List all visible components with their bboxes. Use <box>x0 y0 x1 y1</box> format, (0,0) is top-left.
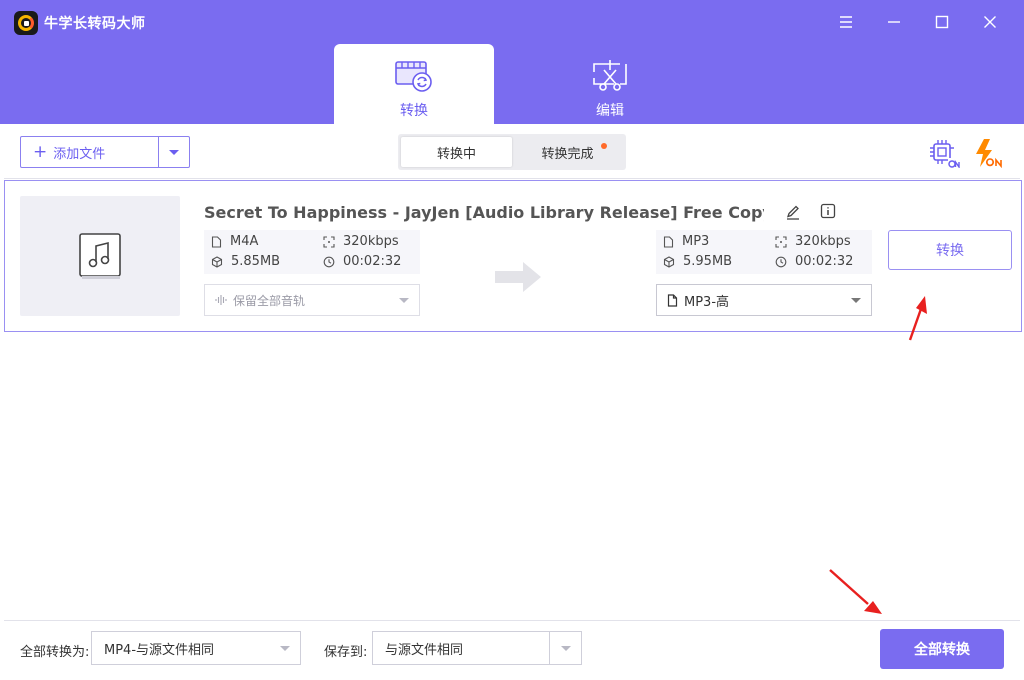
tab-converted-label: 转换完成 <box>541 146 594 162</box>
audio-track-select[interactable]: 保留全部音轨 <box>204 284 420 316</box>
chevron-down-icon <box>851 298 861 303</box>
add-file-dropdown-button[interactable] <box>158 137 189 167</box>
resolution-icon <box>775 235 787 248</box>
title-bar: 牛学长转码大师 转换 编辑 <box>0 0 1024 124</box>
target-size: 5.95MB <box>663 254 732 269</box>
tab-convert[interactable]: 转换 <box>334 44 494 124</box>
status-segmented-control: 转换中 转换完成 <box>398 134 626 170</box>
tab-edit[interactable]: 编辑 <box>530 44 690 124</box>
annotation-arrow-icon <box>908 296 927 341</box>
rename-pencil-icon[interactable] <box>785 204 801 220</box>
clock-icon <box>323 256 335 267</box>
target-duration: 00:02:32 <box>775 254 853 269</box>
plus-icon: + <box>33 141 48 162</box>
output-format-value: MP3-高 <box>684 294 730 310</box>
chevron-down-icon <box>561 646 571 651</box>
audio-wave-icon <box>215 295 227 305</box>
footer-bar: 全部转换为: MP4-与源文件相同 保存到: 与源文件相同 全部转换 <box>4 620 1020 676</box>
high-speed-flash-icon[interactable] <box>972 138 1006 168</box>
maximize-icon[interactable] <box>930 10 954 34</box>
target-file-info: MP3 320kbps 5.95MB 00:02:32 <box>656 230 872 274</box>
chevron-down-icon <box>399 298 409 303</box>
file-list-item[interactable]: Secret To Happiness - JayJen [Audio Libr… <box>4 180 1022 332</box>
file-thumbnail <box>20 196 180 316</box>
music-file-icon <box>79 233 121 279</box>
source-format: M4A <box>211 234 258 249</box>
annotation-arrow-icon <box>829 569 882 614</box>
tab-edit-label: 编辑 <box>596 103 624 119</box>
file-icon <box>667 293 678 307</box>
save-to-select[interactable]: 与源文件相同 <box>372 631 582 665</box>
output-format-select[interactable]: MP3-高 <box>656 284 872 316</box>
tab-converting-label: 转换中 <box>436 146 476 162</box>
cube-icon <box>663 255 675 268</box>
source-file-info: M4A 320kbps 5.85MB 00:02:32 <box>204 230 420 274</box>
add-file-control: + 添加文件 <box>20 136 190 168</box>
app-title: 牛学长转码大师 <box>44 16 146 32</box>
chevron-down-icon <box>280 646 290 651</box>
audio-track-value: 保留全部音轨 <box>233 293 306 308</box>
source-duration: 00:02:32 <box>323 254 401 269</box>
close-icon[interactable] <box>978 10 1002 34</box>
file-name: Secret To Happiness - JayJen [Audio Libr… <box>204 203 764 222</box>
menu-icon[interactable] <box>834 10 858 34</box>
info-icon[interactable] <box>820 203 836 219</box>
file-icon <box>211 235 222 248</box>
convert-all-format-select[interactable]: MP4-与源文件相同 <box>91 631 301 665</box>
convert-film-icon <box>395 61 432 92</box>
app-logo-icon <box>14 11 38 35</box>
save-to-value: 与源文件相同 <box>385 642 464 658</box>
toolbar-divider <box>4 178 1020 179</box>
source-bitrate: 320kbps <box>323 234 399 249</box>
minimize-icon[interactable] <box>882 10 906 34</box>
notification-dot <box>601 143 607 149</box>
gpu-acceleration-icon[interactable] <box>928 138 960 168</box>
add-file-button[interactable]: + 添加文件 <box>21 137 158 167</box>
add-file-label: 添加文件 <box>53 146 106 162</box>
convert-all-button[interactable]: 全部转换 <box>880 629 1004 669</box>
convert-all-to-label: 全部转换为: <box>20 645 90 660</box>
tab-convert-label: 转换 <box>400 103 428 119</box>
file-icon <box>663 235 674 248</box>
tab-converted[interactable]: 转换完成 <box>512 137 623 167</box>
edit-scissors-icon <box>593 60 627 91</box>
convert-button[interactable]: 转换 <box>888 230 1012 270</box>
cube-icon <box>211 255 223 268</box>
source-size: 5.85MB <box>211 254 280 269</box>
chevron-down-icon <box>169 149 179 155</box>
save-to-label: 保存到: <box>324 645 368 660</box>
resolution-icon <box>323 235 335 248</box>
convert-arrow-icon <box>495 262 541 292</box>
tab-converting[interactable]: 转换中 <box>401 137 512 167</box>
target-bitrate: 320kbps <box>775 234 851 249</box>
select-divider <box>549 632 550 664</box>
convert-all-format-value: MP4-与源文件相同 <box>104 642 215 658</box>
clock-icon <box>775 256 787 267</box>
target-format: MP3 <box>663 234 709 249</box>
